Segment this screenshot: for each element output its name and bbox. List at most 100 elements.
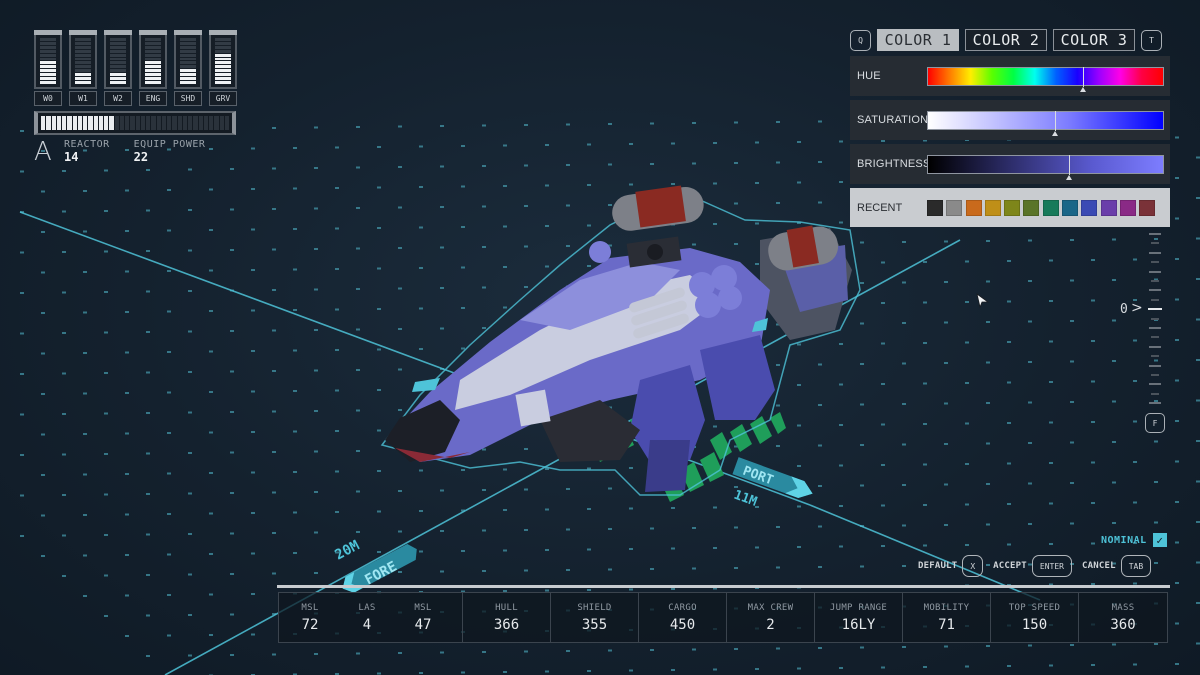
recent-color-swatch[interactable] bbox=[1081, 199, 1098, 216]
power-system-label: W2 bbox=[104, 91, 132, 106]
grid-dot bbox=[104, 574, 108, 577]
grid-dot bbox=[1175, 136, 1179, 139]
grid-dot bbox=[734, 121, 738, 124]
grid-dot bbox=[377, 267, 381, 270]
grid-dot bbox=[587, 548, 591, 551]
grid-dot bbox=[482, 489, 486, 491]
power-segment bbox=[40, 41, 56, 45]
recent-color-swatch[interactable] bbox=[1023, 199, 1040, 216]
grid-dot bbox=[419, 267, 423, 269]
recent-color-swatch[interactable] bbox=[1004, 199, 1021, 216]
brightness-slider-thumb[interactable] bbox=[1066, 154, 1072, 180]
tab-color-3[interactable]: COLOR 3 bbox=[1053, 29, 1135, 51]
grid-dot bbox=[776, 121, 780, 123]
recent-color-swatch[interactable] bbox=[946, 199, 963, 216]
grid-dot bbox=[818, 525, 822, 528]
grid-dot bbox=[1112, 360, 1116, 362]
recent-color-swatch[interactable] bbox=[1042, 199, 1059, 216]
power-level-bar[interactable] bbox=[209, 35, 237, 89]
cancel-key[interactable]: TAB bbox=[1120, 555, 1152, 577]
stat-top-speed: TOP SPEED 150 bbox=[991, 593, 1079, 642]
grid-dot bbox=[755, 182, 759, 184]
recent-color-swatch[interactable] bbox=[1119, 199, 1136, 216]
tab-color-1[interactable]: COLOR 1 bbox=[877, 29, 959, 51]
grid-dot bbox=[965, 382, 969, 384]
power-segment bbox=[75, 57, 91, 61]
power-system-shd[interactable]: SHD bbox=[174, 30, 202, 106]
grid-dot bbox=[104, 331, 108, 334]
grid-dot bbox=[146, 493, 150, 495]
hue-slider-thumb[interactable] bbox=[1080, 66, 1087, 92]
power-system-eng[interactable]: ENG bbox=[139, 30, 167, 106]
saturation-slider[interactable] bbox=[927, 110, 1164, 136]
zoom-tick bbox=[1151, 392, 1159, 395]
power-system-w2[interactable]: W2 bbox=[104, 30, 132, 106]
power-level-bar[interactable] bbox=[104, 35, 132, 89]
accept-button[interactable]: ACCEPT ENTER bbox=[993, 555, 1072, 577]
grid-dot bbox=[713, 142, 717, 144]
tab-color-2[interactable]: COLOR 2 bbox=[965, 29, 1047, 51]
grid-dot bbox=[1091, 299, 1095, 302]
stat-label: HULL bbox=[495, 602, 518, 613]
grid-dot bbox=[167, 553, 171, 556]
grid-dot bbox=[1175, 582, 1179, 584]
grid-dot bbox=[923, 261, 927, 263]
brightness-slider[interactable] bbox=[927, 154, 1164, 180]
reactor-segment bbox=[203, 116, 208, 130]
grid-dot bbox=[335, 430, 339, 432]
power-system-w0[interactable]: W0 bbox=[34, 30, 62, 106]
cancel-button[interactable]: CANCEL TAB bbox=[1082, 555, 1152, 577]
power-system-grv[interactable]: GRV bbox=[209, 30, 237, 106]
grid-dot bbox=[251, 471, 255, 474]
grid-dot bbox=[419, 672, 423, 674]
grid-dot bbox=[209, 593, 213, 596]
camera-zoom-scale[interactable] bbox=[1145, 233, 1165, 413]
power-level-bar[interactable] bbox=[69, 35, 97, 89]
status-indicator: NOMINAL ✓ bbox=[1101, 533, 1167, 547]
grid-dot bbox=[461, 307, 465, 309]
grid-dot bbox=[671, 142, 675, 145]
saturation-slider-thumb[interactable] bbox=[1051, 110, 1058, 136]
recent-color-swatch[interactable] bbox=[965, 199, 982, 216]
grid-dot bbox=[881, 666, 885, 669]
hue-slider[interactable] bbox=[927, 66, 1164, 92]
power-segment bbox=[75, 61, 91, 65]
default-key[interactable]: X bbox=[962, 555, 984, 577]
power-segment bbox=[75, 41, 91, 45]
grid-dot bbox=[1070, 482, 1074, 484]
grid-dot bbox=[461, 347, 465, 350]
stats-divider bbox=[277, 585, 1170, 588]
grid-dot bbox=[1007, 503, 1011, 505]
default-button[interactable]: DEFAULT X bbox=[918, 555, 984, 577]
recent-color-swatch[interactable] bbox=[1100, 199, 1117, 216]
recent-color-swatch[interactable] bbox=[927, 199, 943, 216]
power-segment bbox=[75, 73, 91, 77]
next-tab-key-button[interactable]: T bbox=[1141, 29, 1162, 51]
grid-dot bbox=[923, 504, 927, 506]
grid-dot bbox=[41, 190, 45, 193]
power-segment bbox=[215, 69, 231, 73]
grid-dot bbox=[860, 565, 864, 568]
grid-dot bbox=[923, 544, 927, 547]
ship-model[interactable] bbox=[380, 185, 861, 496]
power-system-w1[interactable]: W1 bbox=[69, 30, 97, 106]
focus-key-button[interactable]: F bbox=[1145, 413, 1165, 433]
recent-color-swatch[interactable] bbox=[1062, 199, 1079, 216]
reactor-segment bbox=[119, 116, 124, 130]
power-level-bar[interactable] bbox=[174, 35, 202, 89]
grid-dot bbox=[356, 369, 360, 371]
color-picker-panel: Q COLOR 1 COLOR 2 COLOR 3 T HUE SATURATI… bbox=[850, 28, 1170, 227]
grid-dot bbox=[440, 327, 444, 330]
grid-dot bbox=[818, 120, 822, 123]
recent-color-swatch[interactable] bbox=[984, 199, 1001, 216]
accept-key[interactable]: ENTER bbox=[1031, 555, 1072, 577]
power-level-bar[interactable] bbox=[139, 35, 167, 89]
power-segment bbox=[40, 81, 56, 84]
grid-dot bbox=[524, 245, 528, 248]
power-segment bbox=[40, 45, 56, 49]
recent-color-swatch[interactable] bbox=[1139, 199, 1156, 216]
prev-tab-key-button[interactable]: Q bbox=[850, 29, 871, 51]
grid-dot bbox=[167, 310, 171, 313]
grid-dot bbox=[83, 352, 87, 354]
power-level-bar[interactable] bbox=[34, 35, 62, 89]
